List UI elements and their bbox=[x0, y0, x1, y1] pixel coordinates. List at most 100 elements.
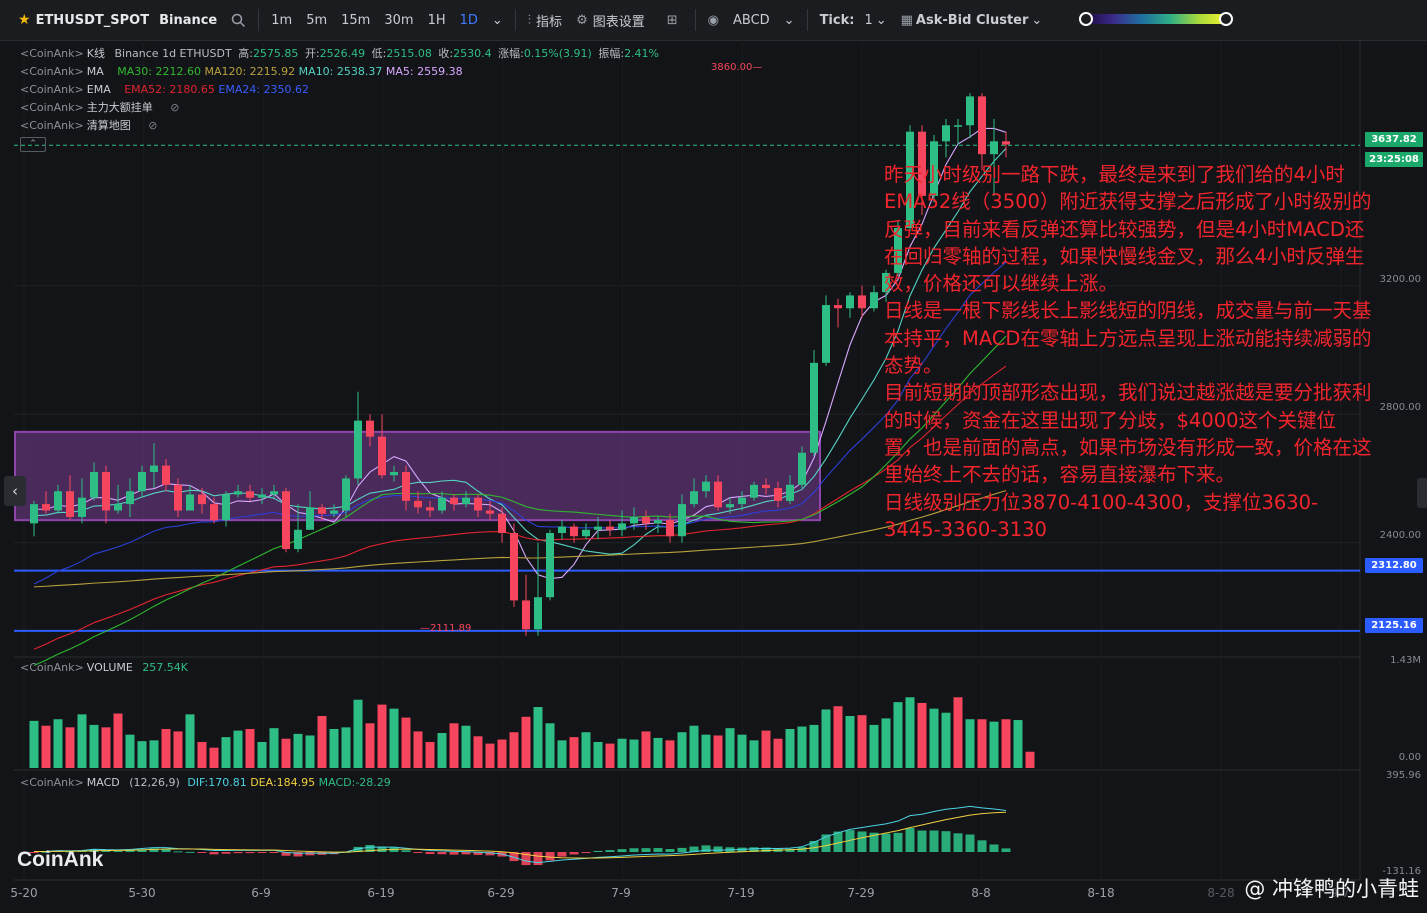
volume-bar bbox=[365, 723, 375, 768]
macd-histogram-bar bbox=[605, 850, 615, 852]
axis-label-2400: 2400.00 bbox=[1379, 530, 1421, 541]
volume-bar bbox=[149, 740, 159, 768]
candle-body bbox=[498, 513, 506, 533]
macd-histogram-bar bbox=[113, 850, 123, 852]
candle-body bbox=[750, 484, 758, 498]
candle-body bbox=[234, 491, 242, 495]
macd-histogram-bar bbox=[461, 852, 471, 855]
candle-body bbox=[114, 504, 122, 511]
macd-histogram-bar bbox=[917, 830, 927, 852]
candle-body bbox=[342, 478, 350, 511]
macd-histogram-bar bbox=[245, 852, 255, 854]
volume-bar bbox=[785, 728, 795, 768]
x-label: 8-18 bbox=[1087, 886, 1115, 900]
candle-body bbox=[714, 481, 722, 508]
candle-body bbox=[486, 510, 494, 514]
legend-volume-value: 257.54K bbox=[142, 661, 189, 674]
candle-body bbox=[210, 504, 218, 521]
legend-high-label: 高: bbox=[238, 47, 253, 60]
eye-off-icon[interactable]: ⊘ bbox=[170, 101, 179, 114]
candle-body bbox=[78, 497, 86, 517]
volume-bar bbox=[701, 734, 711, 768]
candle-body bbox=[822, 305, 830, 363]
legend-source: <CoinAnk> bbox=[20, 661, 84, 674]
low-marker-value: 2111.89 bbox=[430, 623, 472, 634]
macd-histogram-bar bbox=[653, 848, 663, 852]
volume-bar bbox=[389, 708, 399, 768]
eye-off-icon[interactable]: ⊘ bbox=[148, 119, 157, 132]
volume-bar bbox=[41, 725, 51, 768]
macd-histogram-bar bbox=[989, 844, 999, 852]
candle-body bbox=[402, 472, 410, 501]
volume-bar bbox=[905, 697, 915, 768]
legend-ema52: EMA52: 2180.65 bbox=[124, 83, 215, 96]
liquidation-legend: <CoinAnk> 清算地图 ⊘ bbox=[20, 119, 157, 133]
volume-bar bbox=[161, 728, 171, 768]
candle-body bbox=[606, 526, 614, 530]
volume-bar bbox=[965, 719, 975, 768]
volume-bar bbox=[437, 733, 447, 768]
x-label: 6-19 bbox=[367, 886, 395, 900]
legend-open-label: 开: bbox=[304, 47, 320, 60]
volume-bar bbox=[689, 725, 699, 768]
coinank-watermark: CoinAnk bbox=[17, 848, 104, 871]
candle-body bbox=[30, 504, 38, 524]
candle-body bbox=[630, 516, 638, 524]
axis-label-3200: 3200.00 bbox=[1379, 274, 1421, 285]
legend-name: MACD bbox=[86, 776, 120, 789]
x-label: 7-9 bbox=[611, 886, 631, 900]
macd-histogram-bar bbox=[125, 850, 135, 852]
macd-histogram-bar bbox=[413, 852, 423, 853]
collapse-legend-button[interactable]: ⌃ bbox=[20, 137, 46, 152]
legend-macd-value: MACD:-28.29 bbox=[318, 776, 391, 789]
candle-body bbox=[150, 465, 158, 472]
volume-bar bbox=[89, 724, 99, 768]
volume-bar bbox=[449, 723, 459, 768]
support-tag-1: 2312.80 bbox=[1365, 558, 1423, 573]
x-label: 5-20 bbox=[10, 886, 38, 900]
volume-bar bbox=[413, 731, 423, 768]
candle-body bbox=[318, 507, 326, 514]
candle-body bbox=[786, 484, 794, 501]
volume-bar bbox=[425, 741, 435, 768]
macd-histogram-bar bbox=[929, 830, 939, 852]
legend-amp-label: 振幅: bbox=[598, 47, 625, 60]
macd-histogram-bar bbox=[593, 850, 603, 852]
candle-body bbox=[474, 497, 482, 511]
volume-bar bbox=[125, 734, 135, 768]
candle-body bbox=[738, 497, 746, 505]
macd-histogram-bar bbox=[557, 852, 567, 857]
volume-bar bbox=[269, 728, 279, 768]
volume-bar bbox=[545, 723, 555, 768]
volume-bar bbox=[281, 738, 291, 768]
volume-bar bbox=[353, 699, 363, 768]
legend-source: <CoinAnk> bbox=[20, 101, 84, 114]
legend-high: 2575.85 bbox=[252, 47, 299, 60]
volume-bar bbox=[893, 702, 903, 768]
volume-bar bbox=[1013, 720, 1023, 768]
legend-ma5: MA5: 2559.38 bbox=[385, 65, 463, 78]
candle-body bbox=[294, 529, 302, 550]
candle-body bbox=[990, 141, 998, 155]
macd-histogram-bar bbox=[629, 848, 639, 852]
volume-bar bbox=[221, 737, 231, 768]
macd-histogram-bar bbox=[833, 831, 843, 852]
x-label: 6-9 bbox=[251, 886, 271, 900]
macd-histogram-bar bbox=[545, 852, 555, 861]
candle-body bbox=[186, 494, 194, 511]
volume-bar bbox=[725, 728, 735, 768]
volume-bar bbox=[173, 731, 183, 768]
volume-bar bbox=[473, 736, 483, 768]
volume-bar bbox=[329, 728, 339, 768]
macd-histogram-bar bbox=[677, 847, 687, 852]
scroll-right-button[interactable] bbox=[1417, 478, 1427, 508]
scroll-left-button[interactable]: ‹ bbox=[4, 476, 26, 506]
legend-dea: DEA:184.95 bbox=[250, 776, 316, 789]
legend-open: 2526.49 bbox=[319, 47, 366, 60]
candle-body bbox=[702, 481, 710, 492]
legend-name: 主力大额挂单 bbox=[86, 101, 153, 114]
axis-label-2800: 2800.00 bbox=[1379, 402, 1421, 413]
volume-bar bbox=[341, 727, 351, 768]
volume-bar bbox=[989, 721, 999, 768]
candle-body bbox=[558, 526, 566, 533]
